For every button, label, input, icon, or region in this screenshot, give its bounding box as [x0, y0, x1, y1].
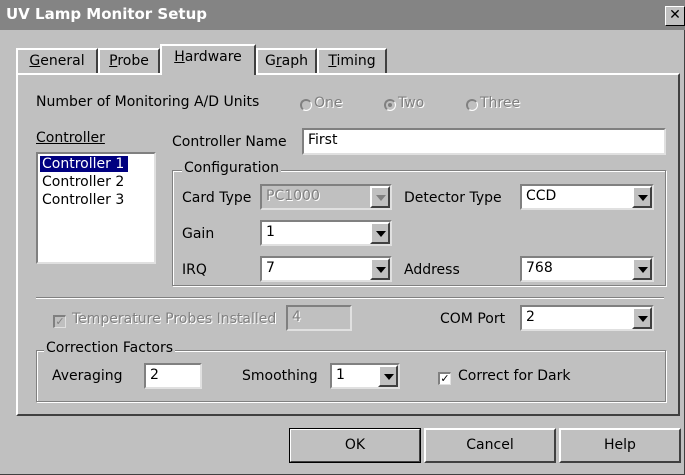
smoothing-label: Smoothing: [242, 368, 318, 384]
chevron-down-icon[interactable]: [632, 307, 652, 329]
cancel-button[interactable]: Cancel: [424, 428, 556, 463]
correct-for-dark-label: Correct for Dark: [458, 368, 571, 384]
tab-panel-hardware: Number of Monitoring A/D Units One Two T…: [16, 73, 680, 416]
com-port-value: 2: [526, 309, 535, 325]
irq-select[interactable]: 7: [260, 256, 392, 282]
title-bar[interactable]: UV Lamp Monitor Setup ✕: [0, 0, 685, 30]
chevron-down-icon[interactable]: [632, 258, 652, 280]
tab-timing-label: iming: [336, 53, 376, 69]
temperature-probes-value: 4: [292, 309, 301, 325]
tab-timing[interactable]: Timing: [317, 48, 387, 73]
tab-hardware-label: ardware: [184, 49, 242, 65]
temperature-probes-label: Temperature Probes Installed: [72, 311, 277, 327]
controller-name-input[interactable]: First: [302, 128, 666, 155]
tab-graph-prefix: G: [265, 53, 276, 69]
help-button[interactable]: Help: [559, 428, 681, 463]
address-value: 768: [526, 260, 553, 276]
list-item[interactable]: Controller 3: [42, 192, 124, 208]
temperature-probes-input[interactable]: 4: [286, 305, 352, 331]
radio-units-two[interactable]: [384, 99, 396, 111]
gain-label: Gain: [182, 226, 215, 242]
tab-hardware[interactable]: Hardware: [160, 44, 256, 75]
controller-name-value: First: [308, 132, 338, 148]
chevron-down-icon[interactable]: [370, 258, 390, 280]
detector-type-value: CCD: [526, 188, 557, 204]
ok-button[interactable]: OK: [289, 428, 421, 463]
averaging-label: Averaging: [52, 368, 123, 384]
tab-general[interactable]: General: [16, 48, 98, 73]
tab-general-label: eneral: [40, 53, 85, 69]
tab-general-mnemonic: G: [29, 53, 41, 69]
close-button[interactable]: ✕: [665, 6, 685, 26]
chevron-down-icon[interactable]: [632, 186, 652, 208]
averaging-input[interactable]: 2: [144, 363, 202, 389]
temperature-probes-checkbox[interactable]: ✓: [53, 315, 66, 328]
radio-units-one-label: One: [314, 95, 343, 111]
radio-units-two-label: Two: [398, 95, 425, 111]
gain-select[interactable]: 1: [260, 220, 392, 246]
tab-graph[interactable]: Graph: [256, 48, 317, 73]
radio-units-one[interactable]: [300, 99, 312, 111]
card-type-select[interactable]: PC1000: [260, 184, 392, 210]
list-item[interactable]: Controller 2: [42, 174, 124, 190]
gain-value: 1: [266, 224, 275, 240]
irq-label: IRQ: [182, 262, 207, 278]
controller-listbox[interactable]: Controller 1 Controller 2 Controller 3: [36, 152, 156, 264]
address-label: Address: [404, 262, 460, 278]
close-icon: ✕: [669, 7, 681, 23]
configuration-group-label: Configuration: [182, 160, 281, 176]
averaging-value: 2: [150, 367, 159, 383]
com-port-label: COM Port: [440, 311, 506, 327]
controller-label: Controller: [36, 130, 105, 146]
dialog-window: UV Lamp Monitor Setup ✕ General Probe Ha…: [0, 0, 685, 475]
address-select[interactable]: 768: [520, 256, 654, 282]
detector-type-label: Detector Type: [404, 190, 502, 206]
correct-for-dark-checkbox[interactable]: ✓: [438, 372, 451, 385]
controller-name-label: Controller Name: [172, 134, 287, 150]
list-item[interactable]: Controller 1: [40, 156, 129, 172]
irq-value: 7: [266, 260, 275, 276]
radio-units-three-label: Three: [480, 95, 521, 111]
chevron-down-icon[interactable]: [378, 365, 398, 387]
card-type-value: PC1000: [266, 188, 320, 204]
com-port-select[interactable]: 2: [520, 305, 654, 331]
tab-hardware-mnemonic: H: [174, 49, 185, 65]
chevron-down-icon[interactable]: [370, 222, 390, 244]
units-label: Number of Monitoring A/D Units: [36, 94, 260, 110]
detector-type-select[interactable]: CCD: [520, 184, 654, 210]
correction-factors-label: Correction Factors: [44, 340, 176, 356]
tab-probe-label: robe: [117, 53, 149, 69]
smoothing-select[interactable]: 1: [330, 363, 400, 389]
smoothing-value: 1: [336, 367, 345, 383]
separator: [36, 297, 664, 299]
tab-graph-label: aph: [281, 53, 308, 69]
chevron-down-icon[interactable]: [370, 186, 390, 208]
tab-probe[interactable]: Probe: [98, 48, 160, 73]
card-type-label: Card Type: [182, 190, 252, 206]
radio-units-three[interactable]: [466, 99, 478, 111]
window-title: UV Lamp Monitor Setup: [6, 5, 207, 23]
